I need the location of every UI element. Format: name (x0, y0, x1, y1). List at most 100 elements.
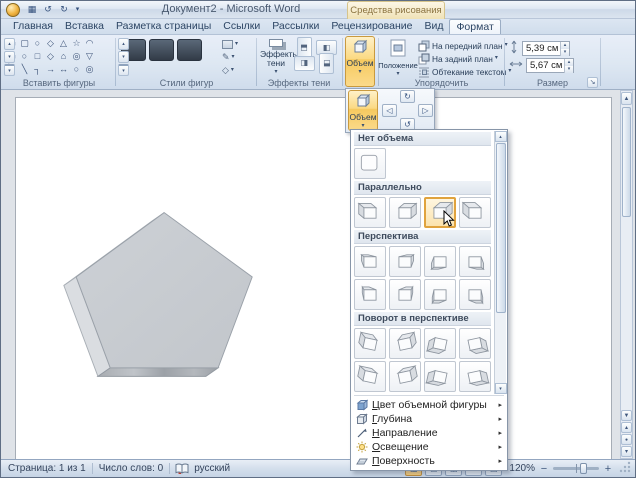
zoom-level[interactable]: 120% (509, 463, 535, 474)
shape-icon[interactable]: ○ (70, 63, 83, 76)
shape-icon[interactable]: ┐ (31, 63, 44, 76)
previous-page-button[interactable]: ▴ (621, 422, 632, 433)
word-count[interactable]: Число слов: 0 (99, 463, 163, 474)
vertical-scrollbar[interactable]: ▲ ▼ ▴ ● ▾ (620, 90, 633, 459)
send-to-back-button[interactable]: На задний план ▾ (418, 52, 502, 65)
menu-item-3d-color[interactable]: Цвет объемной фигуры ▸ (352, 398, 506, 412)
shape-outline-button[interactable]: ✎ ▾ (220, 51, 253, 64)
tab-insert[interactable]: Вставка (59, 19, 110, 34)
3d-style-option[interactable] (424, 328, 456, 359)
tab-page-layout[interactable]: Разметка страницы (110, 19, 217, 34)
styles-down-button[interactable]: ▾ (118, 51, 129, 63)
3d-style-option[interactable] (424, 279, 456, 310)
text-wrapping-button[interactable]: Обтекание текстом ▾ (418, 65, 502, 78)
shape-icon[interactable]: ○ (18, 50, 31, 63)
shape-icon[interactable]: ▢ (18, 37, 31, 50)
shape-style-thumb[interactable] (177, 39, 202, 61)
shape-icon[interactable]: ◠ (83, 37, 96, 50)
zoom-out-button[interactable]: − (538, 463, 550, 475)
shape-icon[interactable]: ◇ (44, 50, 57, 63)
3d-style-option[interactable] (459, 246, 491, 277)
3d-style-option[interactable] (459, 197, 491, 228)
change-shape-button[interactable]: ◇ ▾ (220, 64, 253, 77)
tab-home[interactable]: Главная (7, 19, 59, 34)
shape-width-input[interactable]: 5,67 см ▴▾ (526, 58, 574, 73)
3d-style-option[interactable] (354, 328, 386, 359)
shape-icon[interactable]: ☆ (70, 37, 83, 50)
3d-style-option[interactable] (389, 246, 421, 277)
menu-item-direction[interactable]: Направление ▸ (352, 426, 506, 440)
tab-mailings[interactable]: Рассылки (266, 19, 325, 34)
select-browse-object-button[interactable]: ● (621, 434, 632, 445)
shape-icon[interactable]: ◎ (83, 63, 96, 76)
3d-style-option[interactable] (389, 279, 421, 310)
menu-item-depth[interactable]: Глубина ▸ (352, 412, 506, 426)
shape-icon[interactable]: ◇ (44, 37, 57, 50)
scrollbar-thumb[interactable] (622, 107, 631, 217)
pentagon-shape[interactable] (61, 208, 256, 380)
3d-style-option[interactable] (354, 279, 386, 310)
width-spinner[interactable]: ▴▾ (564, 59, 573, 73)
gallery-scrollbar-thumb[interactable] (496, 143, 506, 313)
gallery-more-button[interactable]: ▾ (4, 64, 15, 76)
shape-icon[interactable]: □ (31, 50, 44, 63)
3d-style-option[interactable] (354, 361, 386, 392)
nudge-shadow-down-button[interactable]: ◧ (319, 53, 334, 74)
shape-icon[interactable]: △ (57, 37, 70, 50)
3d-style-option[interactable] (354, 197, 386, 228)
tab-format[interactable]: Формат (449, 19, 500, 34)
proofing-status-icon[interactable] (175, 463, 189, 474)
bring-to-front-button[interactable]: На передний план ▾ (418, 39, 502, 52)
gallery-scrollbar[interactable]: ▴ ▾ (494, 131, 506, 394)
3d-style-option[interactable] (354, 148, 386, 179)
nudge-shadow-right-button[interactable]: ◧ (294, 56, 315, 71)
shape-fill-button[interactable]: ▾ (220, 38, 253, 51)
shape-icon[interactable]: ▽ (83, 50, 96, 63)
3d-style-option[interactable] (424, 361, 456, 392)
3d-style-option[interactable] (459, 328, 491, 359)
gallery-scroll-up-button[interactable]: ▴ (495, 131, 507, 142)
styles-up-button[interactable]: ▴ (118, 38, 129, 50)
shape-icon[interactable]: → (44, 63, 57, 76)
shadow-effects-button[interactable]: Эффекты тени ▾ (260, 36, 292, 77)
shape-icon[interactable]: ◎ (70, 50, 83, 63)
scroll-down-button[interactable]: ▼ (621, 410, 632, 421)
3d-style-option[interactable] (389, 328, 421, 359)
language-indicator[interactable]: русский (194, 463, 230, 474)
tab-review[interactable]: Рецензирование (325, 19, 418, 34)
scroll-up-button[interactable]: ▲ (621, 92, 632, 105)
3d-style-option[interactable] (354, 246, 386, 277)
shape-height-input[interactable]: 5,39 см ▴▾ (522, 41, 570, 56)
position-button[interactable]: Положение ▾ (381, 36, 415, 77)
undo-button[interactable]: ↺ (41, 3, 55, 16)
3d-effects-ribbon-button[interactable]: Объем ▾ (345, 36, 375, 87)
3d-style-option[interactable] (389, 197, 421, 228)
shape-style-thumb[interactable] (149, 39, 174, 61)
tab-references[interactable]: Ссылки (217, 19, 266, 34)
zoom-slider[interactable] (553, 467, 599, 470)
next-page-button[interactable]: ▾ (621, 446, 632, 457)
styles-more-button[interactable]: ▾ (118, 64, 129, 76)
tilt-left-button[interactable]: ◁ (382, 104, 397, 117)
3d-style-option[interactable] (459, 361, 491, 392)
tab-view[interactable]: Вид (418, 19, 449, 34)
gallery-up-button[interactable]: ▴ (4, 38, 15, 50)
gallery-down-button[interactable]: ▾ (4, 51, 15, 63)
shape-icon[interactable]: ↔ (57, 63, 70, 76)
gallery-scroll-down-button[interactable]: ▾ (495, 383, 507, 394)
tilt-up-button[interactable]: ↻ (400, 90, 415, 103)
zoom-in-button[interactable]: + (602, 463, 614, 475)
save-button[interactable]: ▦ (25, 3, 39, 16)
height-spinner[interactable]: ▴▾ (560, 42, 569, 56)
size-dialog-launcher[interactable]: ↘ (587, 77, 598, 88)
resize-grip[interactable] (619, 461, 631, 476)
shape-icon[interactable]: ○ (31, 37, 44, 50)
nudge-shadow-up-button[interactable]: ◧ (297, 37, 312, 58)
3d-style-option[interactable] (389, 361, 421, 392)
3d-style-option[interactable] (459, 279, 491, 310)
menu-item-surface[interactable]: Поверхность ▸ (352, 454, 506, 468)
page-indicator[interactable]: Страница: 1 из 1 (8, 463, 86, 474)
zoom-slider-thumb[interactable] (580, 463, 587, 474)
3d-style-option[interactable] (424, 246, 456, 277)
tilt-right-button[interactable]: ▷ (418, 104, 433, 117)
